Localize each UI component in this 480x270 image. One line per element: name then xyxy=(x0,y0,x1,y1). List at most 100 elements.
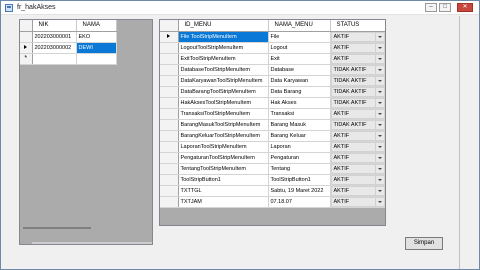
id-menu-cell[interactable]: LaporanToolStripMenuItem xyxy=(178,141,269,153)
nama-menu-cell[interactable]: File xyxy=(268,31,331,43)
row-header[interactable] xyxy=(160,174,179,186)
chevron-down-icon[interactable] xyxy=(374,164,384,173)
status-dropdown[interactable]: AKTIF xyxy=(330,141,384,151)
chevron-down-icon[interactable] xyxy=(374,197,384,206)
menu-row[interactable]: DataBarangToolStripMenuItem Data Barang TI… xyxy=(160,86,385,98)
new-row-header[interactable]: * xyxy=(20,53,33,65)
status-dropdown[interactable]: TIDAK AKTIF xyxy=(330,64,384,74)
id-menu-cell[interactable]: File ToolStripMenuItem xyxy=(178,31,269,43)
id-menu-cell[interactable]: LogoutToolStripMenuItem xyxy=(178,42,269,54)
status-cell[interactable]: AKTIF xyxy=(330,31,385,43)
title-bar[interactable]: fr_hakAkses – □ ✕ xyxy=(1,1,479,15)
chevron-down-icon[interactable] xyxy=(374,186,384,195)
id-menu-cell[interactable]: BarangKeluarToolStripMenuItem xyxy=(178,130,269,142)
status-dropdown[interactable]: AKTIF xyxy=(330,53,384,63)
status-cell[interactable]: TIDAK AKTIF xyxy=(330,64,385,76)
row-header[interactable] xyxy=(160,163,179,175)
nama-menu-cell[interactable]: Barang Keluar xyxy=(268,130,331,142)
status-cell[interactable]: AKTIF xyxy=(330,163,385,175)
status-cell[interactable]: AKTIF xyxy=(330,196,385,208)
chevron-down-icon[interactable] xyxy=(374,87,384,96)
maximize-button[interactable]: □ xyxy=(439,3,451,12)
nama-menu-cell[interactable]: Pengaturan xyxy=(268,152,331,164)
chevron-down-icon[interactable] xyxy=(374,32,384,41)
menu-row[interactable]: PengaturanToolStripMenuItem Pengaturan AKT… xyxy=(160,152,385,164)
row-header[interactable] xyxy=(160,130,179,142)
save-button[interactable]: Simpan xyxy=(405,237,443,250)
status-dropdown[interactable]: AKTIF xyxy=(330,174,384,184)
nama-menu-cell[interactable]: Barang Masuk xyxy=(268,119,331,131)
users-corner-header[interactable] xyxy=(20,20,33,32)
menu-row[interactable]: TXTJAM 07.18.07 AKTIF xyxy=(160,196,385,208)
status-dropdown[interactable]: AKTIF xyxy=(330,185,384,195)
menu-row[interactable]: TransaksiToolStripMenuItem Transaksi AKTIF xyxy=(160,108,385,120)
nama-menu-cell[interactable]: Transaksi xyxy=(268,108,331,120)
row-header[interactable] xyxy=(160,152,179,164)
status-dropdown[interactable]: TIDAK AKTIF xyxy=(330,86,384,96)
status-dropdown[interactable]: TIDAK AKTIF xyxy=(330,75,384,85)
chevron-down-icon[interactable] xyxy=(374,98,384,107)
users-grid[interactable]: NIK NAMA 202203000001 EKO 202203000002 D… xyxy=(19,19,153,245)
chevron-down-icon[interactable] xyxy=(374,76,384,85)
status-dropdown[interactable]: AKTIF xyxy=(330,108,384,118)
user-row[interactable]: 202203000001 EKO xyxy=(20,31,117,43)
chevron-down-icon[interactable] xyxy=(374,131,384,140)
nama-menu-cell[interactable]: Exit xyxy=(268,53,331,65)
nama-menu-cell[interactable]: Database xyxy=(268,64,331,76)
menu-row[interactable]: File ToolStripMenuItem File AKTIF xyxy=(160,31,385,43)
row-header[interactable] xyxy=(160,64,179,76)
nama-menu-cell[interactable]: ToolStripButton1 xyxy=(268,174,331,186)
row-header[interactable] xyxy=(160,53,179,65)
new-user-row[interactable]: * xyxy=(20,53,117,65)
row-header[interactable] xyxy=(160,141,179,153)
nama-menu-cell[interactable]: Laporan xyxy=(268,141,331,153)
status-dropdown[interactable]: TIDAK AKTIF xyxy=(330,97,384,107)
status-cell[interactable]: TIDAK AKTIF xyxy=(330,86,385,98)
id-menu-cell[interactable]: BarangMasukToolStripMenuItem xyxy=(178,119,269,131)
status-cell[interactable]: AKTIF xyxy=(330,141,385,153)
status-dropdown[interactable]: AKTIF xyxy=(330,152,384,162)
row-header[interactable] xyxy=(160,97,179,109)
menu-row[interactable]: TXTTGL Sabtu, 19 Maret 2022 AKTIF xyxy=(160,185,385,197)
menu-access-grid[interactable]: ID_MENU NAMA_MENU STATUS File ToolStripM… xyxy=(159,19,386,226)
status-cell[interactable]: AKTIF xyxy=(330,185,385,197)
nama-menu-cell[interactable]: Data Karyawan xyxy=(268,75,331,87)
nama-cell[interactable]: EKO xyxy=(76,31,117,43)
row-header[interactable] xyxy=(20,31,33,43)
chevron-down-icon[interactable] xyxy=(374,142,384,151)
menu-row[interactable]: LogoutToolStripMenuItem Logout AKTIF xyxy=(160,42,385,54)
id-menu-cell[interactable]: HakAksesToolStripMenuItem xyxy=(178,97,269,109)
nama-cell-selected[interactable]: DEWI xyxy=(76,42,117,54)
row-header[interactable] xyxy=(160,108,179,120)
menu-row[interactable]: BarangMasukToolStripMenuItem Barang Masuk… xyxy=(160,119,385,131)
status-cell[interactable]: AKTIF xyxy=(330,130,385,142)
status-dropdown[interactable]: AKTIF xyxy=(330,196,384,206)
status-cell[interactable]: AKTIF xyxy=(330,174,385,186)
chevron-down-icon[interactable] xyxy=(374,65,384,74)
id-menu-cell[interactable]: TXTTGL xyxy=(178,185,269,197)
status-dropdown[interactable]: AKTIF xyxy=(330,42,384,52)
chevron-down-icon[interactable] xyxy=(374,153,384,162)
menu-corner-header[interactable] xyxy=(160,20,179,32)
id-menu-cell[interactable]: TXTJAM xyxy=(178,196,269,208)
menu-row[interactable]: TentangToolStripMenuItem Tentang AKTIF xyxy=(160,163,385,175)
chevron-down-icon[interactable] xyxy=(374,109,384,118)
status-cell[interactable]: AKTIF xyxy=(330,42,385,54)
id-menu-cell[interactable]: DataKaryawanToolStripMenuItem xyxy=(178,75,269,87)
menu-row[interactable]: DatabaseToolStripMenuItem Database TIDAK A… xyxy=(160,64,385,76)
status-dropdown[interactable]: AKTIF xyxy=(330,163,384,173)
row-header[interactable] xyxy=(160,42,179,54)
nama-menu-cell[interactable]: Tentang xyxy=(268,163,331,175)
user-row-selected[interactable]: 202203000002 DEWI xyxy=(20,42,117,54)
chevron-down-icon[interactable] xyxy=(374,43,384,52)
column-header-nama-menu[interactable]: NAMA_MENU xyxy=(268,20,331,32)
horizontal-scrollbar-thumb[interactable] xyxy=(23,227,91,229)
row-header[interactable] xyxy=(160,185,179,197)
row-header[interactable] xyxy=(160,119,179,131)
column-header-nik[interactable]: NIK xyxy=(32,20,77,32)
row-header[interactable] xyxy=(160,196,179,208)
menu-row[interactable]: HakAksesToolStripMenuItem Hak Akses TIDAK … xyxy=(160,97,385,109)
id-menu-cell[interactable]: ToolStripButton1 xyxy=(178,174,269,186)
id-menu-cell[interactable]: ExitToolStripMenuItem xyxy=(178,53,269,65)
id-menu-cell[interactable]: DatabaseToolStripMenuItem xyxy=(178,64,269,76)
